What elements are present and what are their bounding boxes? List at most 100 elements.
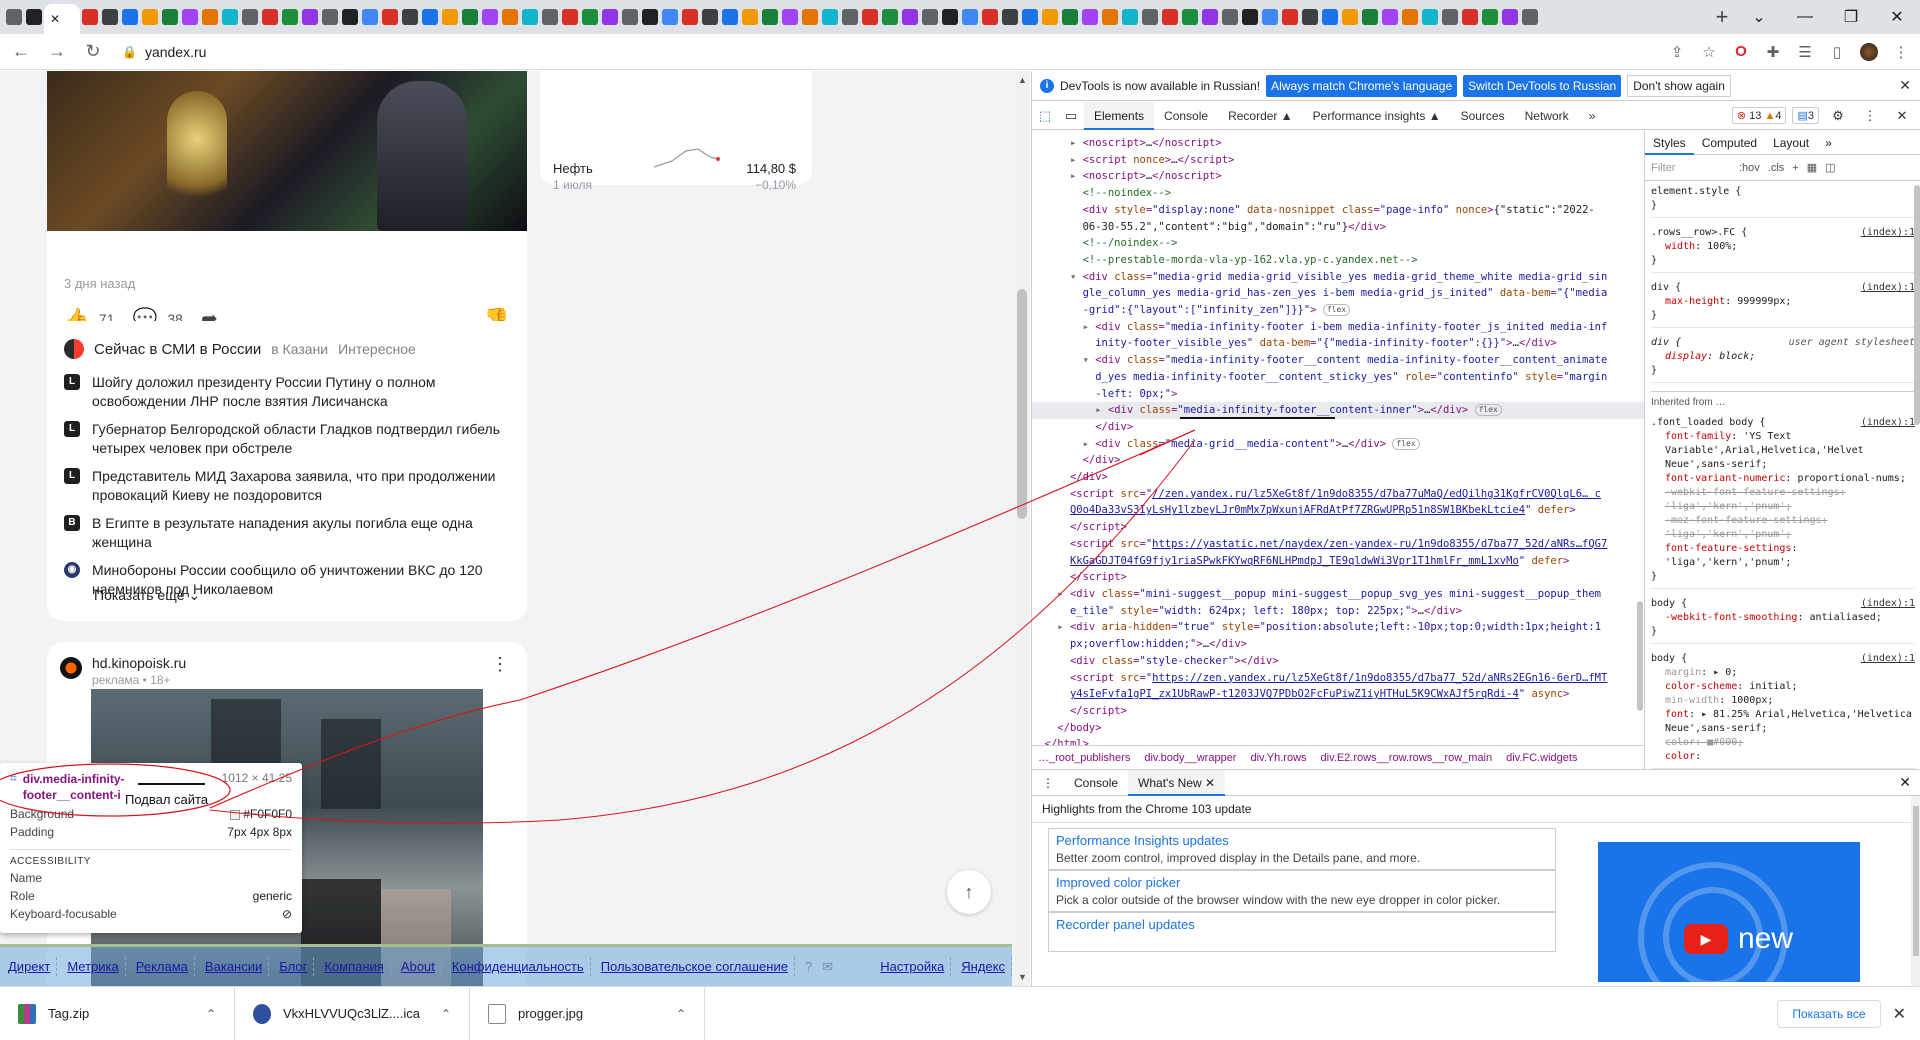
styles-filter-input[interactable]: Filter: [1651, 162, 1731, 174]
dom-node[interactable]: KkGaGDJT04fG9fjy1riaSPwkFKYwqRF6NLHPmdpJ…: [1032, 553, 1644, 570]
breadcrumb[interactable]: div.Yh.rows: [1250, 752, 1306, 764]
footer-link[interactable]: Директ: [8, 957, 58, 976]
news-headline[interactable]: Губернатор Белгородской области Гладков …: [92, 420, 514, 458]
dom-node[interactable]: </div>: [1032, 419, 1644, 436]
tab-favicon-icon[interactable]: [1082, 9, 1098, 25]
tab-favicon-icon[interactable]: [1102, 9, 1118, 25]
breadcrumb[interactable]: div.FC.widgets: [1506, 752, 1577, 764]
tab-favicon-icon[interactable]: [1462, 9, 1478, 25]
dom-node[interactable]: <script src="https://zen.yandex.ru/lz5Xe…: [1032, 670, 1644, 687]
dom-node[interactable]: Q0o4Da33vS3IyLsHy1lzbeyLJr0mMx7pWxunjAFR…: [1032, 502, 1644, 519]
dom-node[interactable]: <!--prestable-morda-vla-yp-162.vla.yp-c.…: [1032, 252, 1644, 269]
tab-favicon-icon[interactable]: [1422, 9, 1438, 25]
minimize-button[interactable]: —: [1782, 0, 1828, 34]
dom-node[interactable]: -left: 0px;">: [1032, 386, 1644, 403]
dom-node[interactable]: </script>: [1032, 703, 1644, 720]
dom-node[interactable]: e_tile" style="width: 624px; left: 180px…: [1032, 603, 1644, 620]
whats-new-video[interactable]: ▶ new: [1598, 842, 1860, 982]
devtools-tab[interactable]: Network: [1515, 102, 1579, 130]
tab-favicon-icon[interactable]: [522, 9, 538, 25]
breadcrumb[interactable]: div.body__wrapper: [1144, 752, 1236, 764]
tab-favicon-icon[interactable]: [122, 9, 138, 25]
dom-node[interactable]: </script>: [1032, 569, 1644, 586]
dom-node[interactable]: d_yes media-infinity-footer__content_sti…: [1032, 369, 1644, 386]
tab-favicon-icon[interactable]: [1502, 9, 1518, 25]
back-button[interactable]: ←: [6, 37, 36, 67]
dom-node[interactable]: ▸ <script nonce>…</script>: [1032, 152, 1644, 169]
tab-favicon-icon[interactable]: [182, 9, 198, 25]
dom-node[interactable]: <!--noindex-->: [1032, 185, 1644, 202]
new-tab-button[interactable]: +: [1708, 4, 1736, 30]
switch-russian-button[interactable]: Switch DevTools to Russian: [1463, 74, 1622, 97]
tab-favicon-icon[interactable]: [142, 9, 158, 25]
tab-favicon-icon[interactable]: [882, 9, 898, 25]
dom-node[interactable]: <div style="display:none" data-nosnippet…: [1032, 202, 1644, 219]
inspect-element-icon[interactable]: ⬚: [1032, 102, 1058, 130]
share-icon[interactable]: ⇪: [1666, 41, 1688, 63]
dom-node[interactable]: ▸ <div class="mini-suggest__popup mini-s…: [1032, 586, 1644, 603]
drawer-scrollbar[interactable]: [1911, 796, 1920, 987]
dom-node[interactable]: 06-30-55.2","content":"big","domain":"ru…: [1032, 219, 1644, 236]
article-image[interactable]: [47, 71, 527, 231]
footer-link[interactable]: Компания: [324, 957, 391, 976]
elements-scrollbar[interactable]: [1636, 131, 1644, 746]
scroll-to-top-button[interactable]: ↑: [947, 870, 991, 914]
tab-favicon-icon[interactable]: [662, 9, 678, 25]
tab-favicon-icon[interactable]: [1002, 9, 1018, 25]
news-title[interactable]: Сейчас в СМИ в России: [94, 341, 261, 358]
tab-favicon-icon[interactable]: [1242, 9, 1258, 25]
device-toolbar-icon[interactable]: ▭: [1058, 102, 1084, 130]
opera-icon[interactable]: O: [1730, 41, 1752, 63]
add-rule-icon[interactable]: +: [1792, 162, 1798, 174]
styles-tab[interactable]: Styles: [1645, 131, 1694, 155]
tab-favicon-icon[interactable]: [782, 9, 798, 25]
tab-favicon-icon[interactable]: [1282, 9, 1298, 25]
tab-favicon-icon[interactable]: [1402, 9, 1418, 25]
whats-new-item[interactable]: Performance Insights updates Better zoom …: [1048, 828, 1556, 870]
close-icon[interactable]: ✕: [1889, 102, 1915, 130]
news-item[interactable]: L Губернатор Белгородской области Гладков…: [64, 420, 514, 458]
chevron-up-icon[interactable]: ⌃: [676, 1007, 686, 1021]
dom-node[interactable]: <div class="style-checker"></div>: [1032, 653, 1644, 670]
avatar[interactable]: [1858, 41, 1880, 63]
tab-favicon-icon[interactable]: [6, 9, 22, 25]
dom-node[interactable]: -grid":{"layout":["infinity_zen"]}}"> fl…: [1032, 302, 1644, 319]
chevron-up-icon[interactable]: ⌃: [206, 1007, 216, 1021]
dom-node[interactable]: <!--/noindex-->: [1032, 235, 1644, 252]
menu-icon[interactable]: ⋮: [1890, 41, 1912, 63]
dont-show-button[interactable]: Don't show again: [1627, 74, 1731, 97]
footer-link[interactable]: Вакансии: [205, 957, 270, 976]
dom-node[interactable]: y4sIeFvfa1gPI_zx1UbRawP-t1203JVQ7PDbO2Fc…: [1032, 686, 1644, 703]
issues-badge[interactable]: ▤3: [1792, 107, 1819, 124]
styles-tab[interactable]: »: [1817, 131, 1840, 155]
tab-favicon-icon[interactable]: [542, 9, 558, 25]
tab-favicon-icon[interactable]: [382, 9, 398, 25]
tab-favicon-icon[interactable]: [802, 9, 818, 25]
devtools-tab[interactable]: Recorder ▲: [1218, 102, 1303, 130]
tab-favicon-icon[interactable]: [82, 9, 98, 25]
close-drawer-icon[interactable]: ✕: [1899, 774, 1911, 791]
tab-favicon-icon[interactable]: [602, 9, 618, 25]
drawer-menu-icon[interactable]: ⋮: [1032, 770, 1064, 796]
dom-node[interactable]: px;overflow:hidden;">…</div>: [1032, 636, 1644, 653]
tab-favicon-icon[interactable]: [322, 9, 338, 25]
footer-link[interactable]: Реклама: [136, 957, 195, 976]
dom-node[interactable]: inity-footer_visible_yes" data-bem="{"me…: [1032, 335, 1644, 352]
tab-favicon-icon[interactable]: [502, 9, 518, 25]
devtools-tab[interactable]: Console: [1154, 102, 1218, 130]
tab-favicon-icon[interactable]: [562, 9, 578, 25]
footer-link[interactable]: Яндекс: [961, 957, 1012, 976]
tab-favicon-icon[interactable]: [1442, 9, 1458, 25]
extensions-icon[interactable]: ✚: [1762, 41, 1784, 63]
zen-image-card[interactable]: 3 дня назад 👍 71 💬 38 ➦ 👎: [47, 71, 527, 351]
devtools-tab[interactable]: Elements: [1084, 101, 1155, 130]
tab-favicon-icon[interactable]: [1122, 9, 1138, 25]
devtools-tab[interactable]: Performance insights ▲: [1303, 102, 1451, 130]
dom-node[interactable]: </div>: [1032, 452, 1644, 469]
page-scrollbar-thumb[interactable]: [1017, 289, 1027, 519]
tab-favicon-icon[interactable]: [1362, 9, 1378, 25]
tab-favicon-icon[interactable]: [1062, 9, 1078, 25]
paint-icon[interactable]: ▦: [1807, 161, 1817, 174]
tab-favicon-icon[interactable]: [402, 9, 418, 25]
sidebar-toggle-icon[interactable]: ◫: [1825, 161, 1835, 174]
